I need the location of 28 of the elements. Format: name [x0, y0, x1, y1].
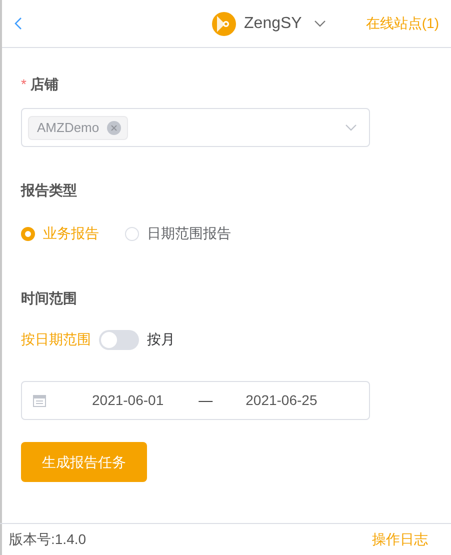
date-separator: —	[198, 391, 213, 410]
start-date: 2021-06-01	[92, 391, 164, 410]
chevron-down-icon[interactable]	[314, 20, 326, 27]
radio-label: 日期范围报告	[147, 224, 231, 243]
version-text: 版本号:1.4.0	[9, 530, 86, 549]
close-icon[interactable]	[107, 120, 122, 134]
toggle-label: 按日期范围	[21, 330, 91, 349]
date-range-field[interactable]: 2021-06-01 — 2021-06-25	[21, 381, 370, 420]
required-asterisk: *	[21, 75, 26, 94]
back-icon[interactable]	[14, 17, 22, 30]
operation-log-link[interactable]: 操作日志	[372, 529, 428, 550]
radio-label: 业务报告	[43, 224, 99, 243]
end-date: 2021-06-25	[246, 391, 318, 410]
chevron-down-icon	[345, 124, 357, 131]
toggle-switch[interactable]	[99, 330, 139, 350]
generate-report-button[interactable]: 生成报告任务	[21, 442, 147, 482]
store-select[interactable]: AMZDemo	[21, 108, 370, 147]
time-range-label: 时间范围	[21, 289, 78, 308]
account-name[interactable]: ZengSY	[244, 12, 302, 36]
report-type-label: 报告类型	[21, 181, 78, 200]
calendar-icon	[33, 394, 46, 407]
logo-icon	[212, 12, 236, 36]
radio-button[interactable]	[21, 226, 35, 240]
online-sites-link[interactable]: 在线站点(1)	[366, 13, 439, 34]
toggle-label: 按月	[147, 330, 175, 349]
store-tag: AMZDemo	[28, 116, 128, 140]
store-label: 店铺	[30, 75, 58, 94]
radio-button[interactable]	[125, 226, 139, 240]
